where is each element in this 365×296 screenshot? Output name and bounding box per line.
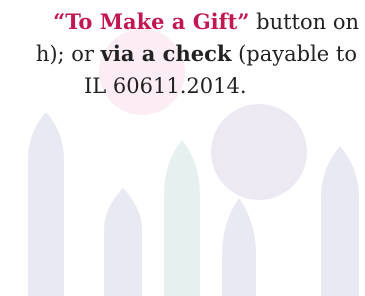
gift-instructions: “To Make a Gift” button on h); or via a …	[0, 0, 365, 296]
text-line-2-pre: h); or	[35, 42, 101, 66]
text-line-2-post: (payable to	[231, 42, 357, 66]
text-line-3: IL 60611.2014.	[84, 74, 247, 98]
text-line-1: “To Make a Gift” button on	[53, 8, 359, 36]
make-gift-link[interactable]: “To Make a Gift”	[53, 9, 249, 34]
text-line-2: h); or via a check (payable to	[36, 40, 357, 68]
via-check-text: via a check	[100, 41, 232, 66]
text-line-1-rest: button on	[249, 10, 359, 34]
